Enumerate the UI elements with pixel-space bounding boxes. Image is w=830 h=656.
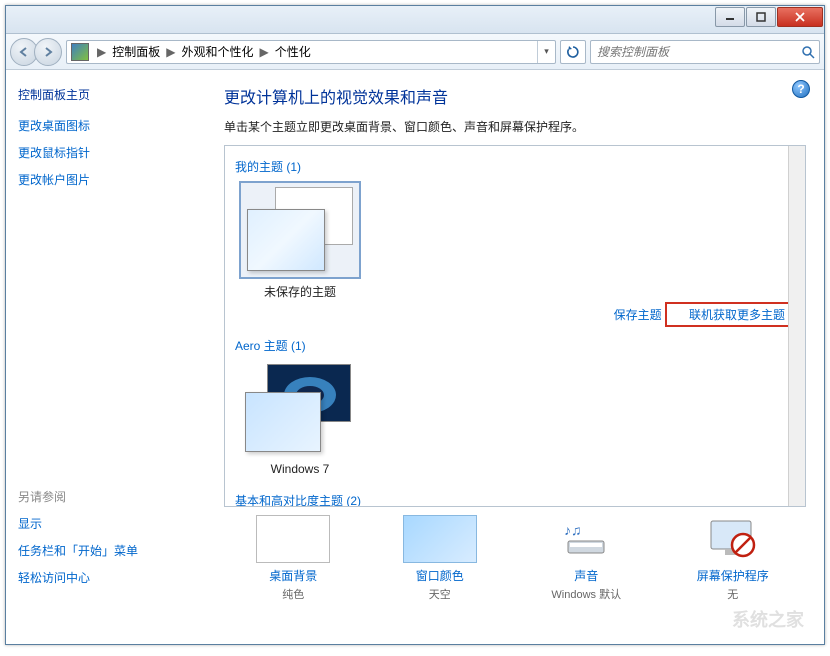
breadcrumb-dropdown[interactable]: ▾ [537, 41, 555, 63]
refresh-button[interactable] [560, 40, 586, 64]
aero-themes-header: Aero 主题 (1) [235, 337, 795, 354]
see-also-title: 另请参阅 [18, 488, 193, 505]
get-more-themes-link[interactable]: 联机获取更多主题 [689, 308, 785, 322]
maximize-button[interactable] [746, 7, 776, 27]
theme-label: Windows 7 [235, 462, 365, 476]
chevron-right-icon: ▶ [256, 45, 273, 59]
screensaver-option[interactable]: 屏幕保护程序 无 [668, 515, 798, 602]
page-description: 单击某个主题立即更改桌面背景、窗口颜色、声音和屏幕保护程序。 [224, 118, 806, 135]
see-also-taskbar[interactable]: 任务栏和「开始」菜单 [18, 542, 193, 559]
option-label: 声音 [521, 567, 651, 584]
help-icon[interactable]: ? [792, 80, 810, 98]
close-button[interactable] [777, 7, 823, 27]
bottom-options: 桌面背景 纯色 窗口颜色 天空 ♪♫ 声音 Windows 默认 [220, 507, 806, 602]
theme-label: 未保存的主题 [235, 283, 365, 300]
search-box[interactable] [590, 40, 820, 64]
basic-themes-header: 基本和高对比度主题 (2) [235, 492, 795, 507]
window: ▶ 控制面板 ▶ 外观和个性化 ▶ 个性化 ▾ 控制面板主页 更改桌面图标 更改… [5, 5, 825, 645]
option-label: 桌面背景 [228, 567, 358, 584]
option-sub: 天空 [375, 586, 505, 602]
titlebar [6, 6, 824, 34]
theme-actions: 保存主题 联机获取更多主题 [235, 302, 791, 327]
option-sub: Windows 默认 [521, 586, 651, 602]
window-controls [715, 6, 824, 33]
highlight-box: 联机获取更多主题 [665, 302, 791, 327]
sidebar-link-mouse-pointers[interactable]: 更改鼠标指针 [18, 144, 193, 161]
content: ? 更改计算机上的视觉效果和声音 单击某个主题立即更改桌面背景、窗口颜色、声音和… [206, 70, 824, 644]
search-input[interactable] [591, 45, 797, 59]
option-label: 窗口颜色 [375, 567, 505, 584]
minimize-button[interactable] [715, 7, 745, 27]
window-color-icon [403, 515, 477, 563]
themes-panel: 我的主题 (1) 未保存的主题 保存主题 联机获取更多主题 Aero 主题 (1… [224, 145, 806, 507]
sound-option[interactable]: ♪♫ 声音 Windows 默认 [521, 515, 651, 602]
breadcrumb-item[interactable]: 外观和个性化 [179, 43, 255, 60]
breadcrumb[interactable]: ▶ 控制面板 ▶ 外观和个性化 ▶ 个性化 ▾ [66, 40, 556, 64]
theme-thumbnail [241, 362, 359, 456]
see-also-display[interactable]: 显示 [18, 515, 193, 532]
theme-item-unsaved[interactable]: 未保存的主题 [235, 183, 365, 300]
sidebar: 控制面板主页 更改桌面图标 更改鼠标指针 更改帐户图片 另请参阅 显示 任务栏和… [6, 70, 206, 644]
sound-icon: ♪♫ [549, 515, 623, 563]
sidebar-link-account-picture[interactable]: 更改帐户图片 [18, 171, 193, 188]
chevron-right-icon: ▶ [93, 45, 110, 59]
option-label: 屏幕保护程序 [668, 567, 798, 584]
my-themes-header: 我的主题 (1) [235, 158, 795, 175]
chevron-right-icon: ▶ [162, 45, 179, 59]
desktop-background-option[interactable]: 桌面背景 纯色 [228, 515, 358, 602]
see-also-ease-of-access[interactable]: 轻松访问中心 [18, 569, 193, 586]
scrollbar[interactable] [788, 146, 805, 506]
page-title: 更改计算机上的视觉效果和声音 [224, 84, 806, 108]
theme-item-windows7[interactable]: Windows 7 [235, 362, 365, 476]
forward-button[interactable] [34, 38, 62, 66]
navbar: ▶ 控制面板 ▶ 外观和个性化 ▶ 个性化 ▾ [6, 34, 824, 70]
sidebar-home[interactable]: 控制面板主页 [18, 86, 193, 103]
breadcrumb-item[interactable]: 控制面板 [110, 43, 162, 60]
search-icon[interactable] [797, 45, 819, 59]
breadcrumb-item[interactable]: 个性化 [273, 43, 313, 60]
window-color-option[interactable]: 窗口颜色 天空 [375, 515, 505, 602]
control-panel-icon [71, 43, 89, 61]
watermark: 系统之家 [732, 606, 804, 632]
option-sub: 无 [668, 586, 798, 602]
sidebar-link-desktop-icons[interactable]: 更改桌面图标 [18, 117, 193, 134]
theme-thumbnail [241, 183, 359, 277]
save-theme-link[interactable]: 保存主题 [614, 308, 662, 322]
svg-text:♪♫: ♪♫ [564, 522, 582, 538]
screensaver-icon [696, 515, 770, 563]
body: 控制面板主页 更改桌面图标 更改鼠标指针 更改帐户图片 另请参阅 显示 任务栏和… [6, 70, 824, 644]
desktop-background-icon [256, 515, 330, 563]
nav-buttons [10, 38, 62, 66]
option-sub: 纯色 [228, 586, 358, 602]
